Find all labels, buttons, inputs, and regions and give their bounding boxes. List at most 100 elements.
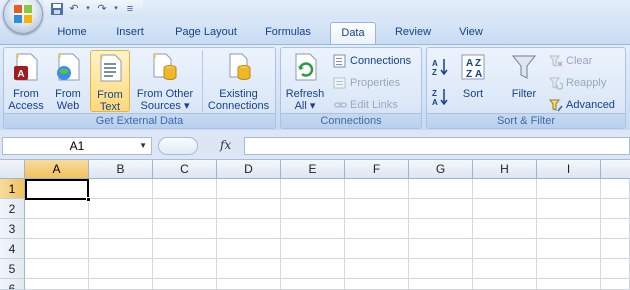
grid-cell[interactable] (345, 219, 409, 239)
grid-cell[interactable] (601, 179, 630, 199)
dropdown-arrow-icon[interactable]: ▾ (112, 2, 120, 16)
grid-cell[interactable] (25, 219, 89, 239)
grid-cell[interactable] (537, 239, 601, 259)
grid-cell[interactable] (601, 219, 630, 239)
grid-cell[interactable] (89, 259, 153, 279)
grid-cell[interactable] (281, 179, 345, 199)
grid-cell[interactable] (473, 239, 537, 259)
column-header-b[interactable]: B (89, 160, 153, 179)
grid-cell[interactable] (89, 239, 153, 259)
tab-home[interactable]: Home (50, 22, 94, 44)
grid-cell[interactable] (601, 199, 630, 219)
grid-cell[interactable] (153, 239, 217, 259)
edit-links-button[interactable]: Edit Links (333, 96, 398, 114)
advanced-button[interactable]: Advanced (549, 96, 615, 114)
row-header-1[interactable]: 1 (0, 179, 25, 199)
from-web-button[interactable]: From Web (48, 50, 88, 112)
tab-insert[interactable]: Insert (107, 22, 153, 44)
grid-cell[interactable] (89, 219, 153, 239)
grid-cell[interactable] (25, 199, 89, 219)
grid-cell[interactable] (409, 259, 473, 279)
tab-data[interactable]: Data (330, 22, 376, 44)
tab-page-layout[interactable]: Page Layout (168, 22, 244, 44)
grid-cell[interactable] (409, 279, 473, 290)
from-text-button[interactable]: From Text (90, 50, 130, 113)
grid-cell[interactable] (89, 179, 153, 199)
grid-cell[interactable] (217, 239, 281, 259)
column-header-a[interactable]: A (25, 160, 89, 179)
clear-button[interactable]: Clear (549, 52, 592, 70)
grid-cell[interactable] (217, 219, 281, 239)
row-header-5[interactable]: 5 (0, 259, 25, 279)
grid-cell[interactable] (345, 179, 409, 199)
grid-cell[interactable] (345, 259, 409, 279)
grid-cell[interactable] (601, 259, 630, 279)
grid-cell[interactable] (409, 219, 473, 239)
grid-cell[interactable] (473, 179, 537, 199)
grid-cell[interactable] (409, 239, 473, 259)
grid-cell[interactable] (153, 199, 217, 219)
grid-cell[interactable] (345, 279, 409, 290)
grid-cell[interactable] (217, 199, 281, 219)
filter-button[interactable]: Filter (505, 50, 543, 112)
tab-formulas[interactable]: Formulas (258, 22, 318, 44)
grid-cell[interactable] (409, 199, 473, 219)
save-icon[interactable] (50, 2, 64, 16)
column-header-c[interactable]: C (153, 160, 217, 179)
column-header-f[interactable]: F (345, 160, 409, 179)
existing-connections-button[interactable]: Existing Connections (202, 50, 274, 112)
chevron-down-icon[interactable]: ▼ (139, 138, 147, 154)
refresh-all-button[interactable]: Refresh All ▾ (283, 50, 327, 112)
row-header-3[interactable]: 3 (0, 219, 25, 239)
grid-cell[interactable] (473, 199, 537, 219)
column-header-g[interactable]: G (409, 160, 473, 179)
reapply-button[interactable]: Reapply (549, 74, 606, 92)
grid-cell[interactable] (153, 259, 217, 279)
grid-cell[interactable] (345, 239, 409, 259)
undo-icon[interactable]: ↶ (67, 2, 81, 16)
customize-icon[interactable]: ≡ (123, 2, 137, 16)
from-other-sources-button[interactable]: From Other Sources ▾ (132, 50, 198, 112)
grid-cell[interactable] (345, 199, 409, 219)
active-cell[interactable] (25, 179, 89, 200)
row-header-2[interactable]: 2 (0, 199, 25, 219)
row-header-4[interactable]: 4 (0, 239, 25, 259)
grid-cell[interactable] (217, 259, 281, 279)
column-header-i[interactable]: I (537, 160, 601, 179)
column-header-partial[interactable] (601, 160, 630, 179)
column-header-h[interactable]: H (473, 160, 537, 179)
grid-cell[interactable] (281, 219, 345, 239)
select-all-button[interactable] (0, 160, 25, 179)
grid-cell[interactable] (473, 259, 537, 279)
grid-cell[interactable] (601, 279, 630, 290)
grid-cell[interactable] (601, 239, 630, 259)
tab-review[interactable]: Review (388, 22, 438, 44)
grid-cell[interactable] (281, 259, 345, 279)
grid-cell[interactable] (153, 279, 217, 290)
sort-a-to-z-button[interactable]: A Z (431, 58, 449, 77)
grid-cell[interactable] (409, 179, 473, 199)
grid-cell[interactable] (153, 179, 217, 199)
from-access-button[interactable]: A From Access (6, 50, 46, 112)
grid-cell[interactable] (537, 279, 601, 290)
grid-cell[interactable] (281, 199, 345, 219)
sort-z-to-a-button[interactable]: Z A (431, 88, 449, 107)
column-header-e[interactable]: E (281, 160, 345, 179)
grid-cell[interactable] (537, 199, 601, 219)
grid-cell[interactable] (473, 279, 537, 290)
grid-cell[interactable] (25, 279, 89, 290)
properties-button[interactable]: Properties (333, 74, 400, 92)
tab-view[interactable]: View (450, 22, 492, 44)
grid-cell[interactable] (217, 279, 281, 290)
grid-cell[interactable] (281, 279, 345, 290)
grid-cell[interactable] (89, 199, 153, 219)
connections-button[interactable]: Connections (333, 52, 411, 70)
grid-cell[interactable] (537, 219, 601, 239)
grid-cell[interactable] (281, 239, 345, 259)
grid-cell[interactable] (537, 259, 601, 279)
fill-handle[interactable] (86, 197, 91, 202)
dropdown-arrow-icon[interactable]: ▾ (84, 2, 92, 16)
formula-bar-resize-handle[interactable] (158, 137, 198, 155)
grid-cell[interactable] (537, 179, 601, 199)
name-box[interactable]: A1 ▼ (2, 137, 152, 155)
